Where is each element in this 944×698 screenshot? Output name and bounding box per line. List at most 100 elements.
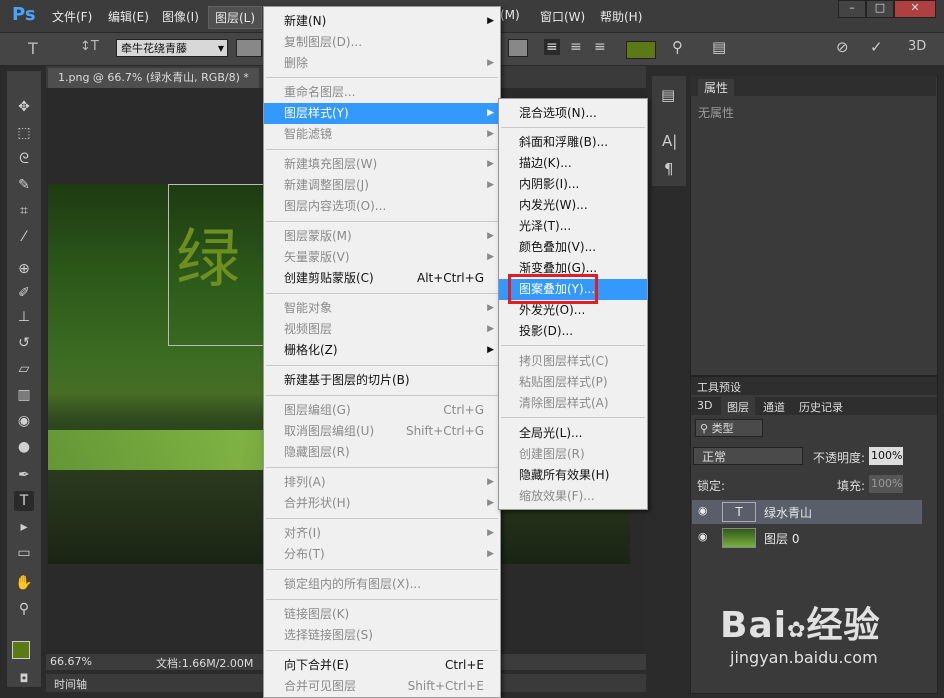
tab-layers[interactable]: 图层 xyxy=(721,397,755,417)
menu-view[interactable]: (M) xyxy=(500,8,520,22)
commit-icon[interactable]: ✓ xyxy=(870,38,883,56)
visibility-eye-icon[interactable]: ◉ xyxy=(698,530,708,543)
foreground-color-swatch[interactable] xyxy=(12,641,30,659)
marquee-tool-icon[interactable]: ⬚ xyxy=(14,123,34,143)
fill-field[interactable]: 100% xyxy=(869,475,903,493)
menu-item-combine-shapes[interactable]: 合并形状(H) ▶ xyxy=(264,493,500,514)
menu-item-lock-all-layers[interactable]: 锁定组内的所有图层(X)... xyxy=(264,574,500,595)
menu-item-merge-down[interactable]: 向下合并(E) Ctrl+E xyxy=(264,655,500,676)
menu-help[interactable]: 帮助(H) xyxy=(600,8,642,25)
menu-item-align[interactable]: 对齐(I) ▶ xyxy=(264,523,500,544)
opacity-field[interactable]: 100% xyxy=(869,447,903,465)
menu-file[interactable]: 文件(F) xyxy=(52,8,92,25)
menu-item-layer-content-options[interactable]: 图层内容选项(O)... xyxy=(264,196,500,217)
zoom-level[interactable]: 66.67% xyxy=(50,655,92,668)
submenu-inner-glow[interactable]: 内发光(W)... xyxy=(499,195,647,216)
menu-item-merge-visible[interactable]: 合并可见图层 Shift+Ctrl+E xyxy=(264,676,500,697)
submenu-global-light[interactable]: 全局光(L)... xyxy=(499,423,647,444)
character-icon[interactable]: A| xyxy=(662,132,677,150)
layer-row[interactable]: ◉ 图层 0 xyxy=(692,526,922,550)
menu-item-vector-mask[interactable]: 矢量蒙版(V) ▶ xyxy=(264,247,500,268)
align-center-icon[interactable]: ≡ xyxy=(570,39,582,55)
menu-item-new-fill-layer[interactable]: 新建填充图层(W) ▶ xyxy=(264,154,500,175)
font-style-select[interactable] xyxy=(236,39,262,57)
menu-item-smart-filter[interactable]: 智能滤镜 ▶ xyxy=(264,124,500,145)
quick-select-icon[interactable]: ✎ xyxy=(14,175,34,195)
submenu-scale-effects[interactable]: 缩放效果(F)... xyxy=(499,486,647,507)
visibility-eye-icon[interactable]: ◉ xyxy=(698,504,708,517)
lasso-tool-icon[interactable]: ᘓ xyxy=(14,149,34,169)
menu-item-select-linked-layers[interactable]: 选择链接图层(S) xyxy=(264,625,500,646)
menu-item-create-clipping-mask[interactable]: 创建剪贴蒙版(C) Alt+Ctrl+G xyxy=(264,268,500,289)
menu-edit[interactable]: 编辑(E) xyxy=(108,8,149,25)
menu-image[interactable]: 图像(I) xyxy=(162,8,199,25)
submenu-clear-layer-style[interactable]: 清除图层样式(A) xyxy=(499,393,647,414)
move-tool-icon[interactable]: ✥ xyxy=(14,97,34,117)
align-left-icon[interactable]: ≡ xyxy=(544,39,560,55)
menu-item-delete[interactable]: 删除 ▶ xyxy=(264,53,500,74)
quick-mask-icon[interactable]: ◘ xyxy=(14,669,34,689)
layer-row[interactable]: ◉ T 绿水青山 xyxy=(692,500,922,524)
timeline-tab[interactable]: 时间轴 xyxy=(54,676,87,692)
tab-channels[interactable]: 通道 xyxy=(763,399,785,415)
path-select-icon[interactable]: ▸ xyxy=(14,517,34,537)
submenu-bevel-emboss[interactable]: 斜面和浮雕(B)... xyxy=(499,132,647,153)
character-panel-icon[interactable]: ▤ xyxy=(712,38,726,56)
blend-mode-select[interactable]: 正常 xyxy=(693,447,803,465)
font-family-select[interactable]: 牵牛花绕青藤 ▼ xyxy=(116,39,228,57)
rectangle-tool-icon[interactable]: ▭ xyxy=(14,543,34,563)
pen-tool-icon[interactable]: ✒ xyxy=(14,465,34,485)
menu-item-distribute[interactable]: 分布(T) ▶ xyxy=(264,544,500,565)
menu-window[interactable]: 窗口(W) xyxy=(540,8,585,25)
document-tab[interactable]: 1.png @ 66.7% (绿水青山, RGB/8) * xyxy=(48,68,259,88)
menu-item-new[interactable]: 新建(N) ▶ xyxy=(264,11,500,32)
submenu-blending-options[interactable]: 混合选项(N)... xyxy=(499,103,647,124)
eyedropper-icon[interactable]: ⁄ xyxy=(14,227,34,247)
properties-tab[interactable]: 属性 xyxy=(698,79,735,96)
menu-item-rasterize[interactable]: 栅格化(Z) ▶ xyxy=(264,340,500,361)
menu-item-rename-layer[interactable]: 重命名图层... xyxy=(264,82,500,103)
submenu-drop-shadow[interactable]: 投影(D)... xyxy=(499,321,647,342)
menu-item-layer-mask[interactable]: 图层蒙版(M) ▶ xyxy=(264,226,500,247)
paragraph-icon[interactable]: ¶ xyxy=(664,160,674,178)
menu-item-layer-style[interactable]: 图层样式(Y) ▶ xyxy=(264,103,500,124)
submenu-paste-layer-style[interactable]: 粘贴图层样式(P) xyxy=(499,372,647,393)
menu-item-link-layers[interactable]: 链接图层(K) xyxy=(264,604,500,625)
layer-filter-select[interactable]: ⚲ 类型 xyxy=(695,419,763,437)
menu-item-hide-layers[interactable]: 隐藏图层(R) xyxy=(264,442,500,463)
menu-item-group-layers[interactable]: 图层编组(G) Ctrl+G xyxy=(264,400,500,421)
menu-item-arrange[interactable]: 排列(A) ▶ xyxy=(264,472,500,493)
maximize-icon[interactable]: □ xyxy=(866,0,894,18)
submenu-hide-all-effects[interactable]: 隐藏所有效果(H) xyxy=(499,465,647,486)
dodge-tool-icon[interactable]: ● xyxy=(14,437,34,457)
close-icon[interactable]: ✕ xyxy=(894,0,936,18)
text-orientation-icon[interactable]: ↕T xyxy=(80,39,99,54)
submenu-stroke[interactable]: 描边(K)... xyxy=(499,153,647,174)
history-brush-icon[interactable]: ↺ xyxy=(14,333,34,353)
menu-item-ungroup-layers[interactable]: 取消图层编组(U) Shift+Ctrl+G xyxy=(264,421,500,442)
menu-item-smart-object[interactable]: 智能对象 ▶ xyxy=(264,298,500,319)
submenu-satin[interactable]: 光泽(T)... xyxy=(499,216,647,237)
minimize-icon[interactable]: – xyxy=(838,0,866,18)
healing-brush-icon[interactable]: ⊕ xyxy=(14,259,34,279)
tab-3d[interactable]: 3D xyxy=(697,399,712,412)
menu-item-video-layer[interactable]: 视频图层 ▶ xyxy=(264,319,500,340)
text-bounding-box[interactable] xyxy=(168,184,268,346)
text-color-swatch[interactable] xyxy=(626,41,656,59)
zoom-tool-icon[interactable]: ⚲ xyxy=(14,599,34,619)
tool-presets-tab[interactable]: 工具预设 xyxy=(697,379,741,395)
warp-text-icon[interactable]: ⚲ xyxy=(672,38,683,56)
cancel-icon[interactable]: ⊘ xyxy=(836,38,849,56)
tab-history[interactable]: 历史记录 xyxy=(799,399,843,415)
submenu-copy-layer-style[interactable]: 拷贝图层样式(C) xyxy=(499,351,647,372)
submenu-inner-shadow[interactable]: 内阴影(I)... xyxy=(499,174,647,195)
align-right-icon[interactable]: ≡ xyxy=(594,39,606,55)
blur-tool-icon[interactable]: ◉ xyxy=(14,411,34,431)
menu-item-new-adjustment-layer[interactable]: 新建调整图层(J) ▶ xyxy=(264,175,500,196)
submenu-create-layer[interactable]: 创建图层(R) xyxy=(499,444,647,465)
3d-icon[interactable]: 3D xyxy=(908,39,926,54)
type-tool-icon[interactable]: T xyxy=(14,491,34,511)
brush-tool-icon[interactable]: ✐ xyxy=(14,283,34,303)
menu-item-new-layer-based-slice[interactable]: 新建基于图层的切片(B) xyxy=(264,370,500,391)
hand-tool-icon[interactable]: ✋ xyxy=(14,573,34,593)
